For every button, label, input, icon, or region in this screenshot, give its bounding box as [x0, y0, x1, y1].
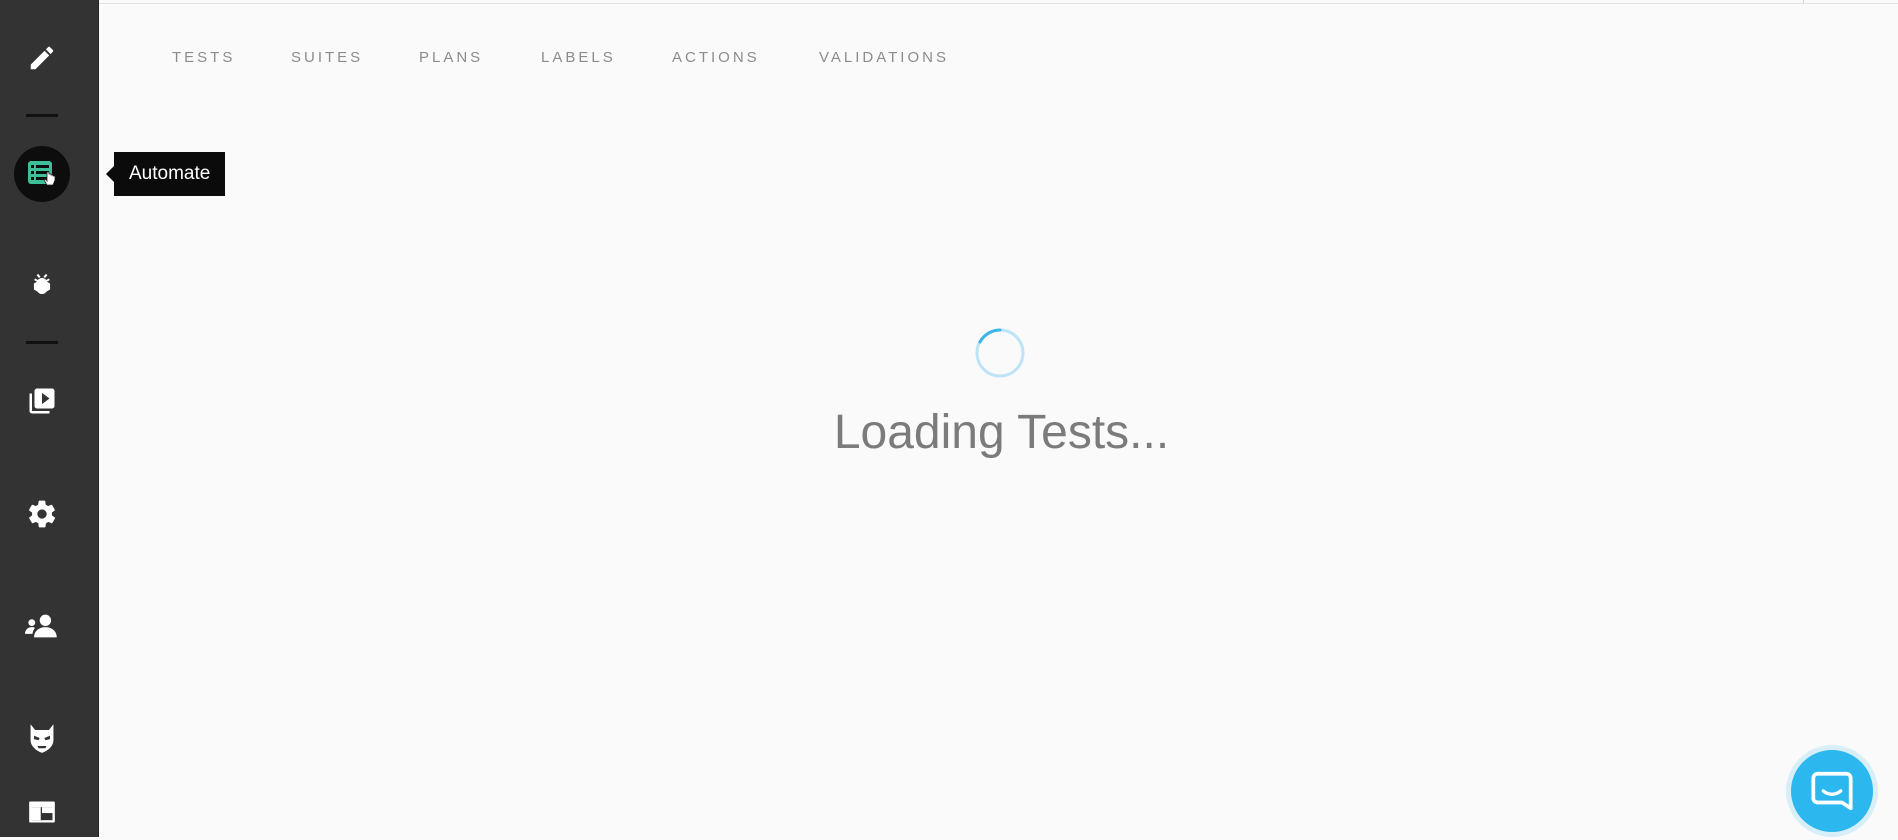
- chat-icon: [1811, 771, 1853, 811]
- chat-launcher-button[interactable]: [1786, 745, 1878, 837]
- pencil-icon: [30, 46, 54, 70]
- loading-message: Loading Tests...: [833, 406, 1170, 459]
- tab-actions[interactable]: ACTIONS: [672, 49, 819, 66]
- top-border: [99, 0, 1898, 4]
- tab-suites[interactable]: SUITES: [291, 49, 419, 66]
- sidebar-item-settings[interactable]: [14, 486, 70, 542]
- sidebar-item-team[interactable]: [14, 598, 70, 654]
- gear-icon: [28, 500, 56, 528]
- layout-icon: [29, 801, 55, 823]
- tab-validations[interactable]: VALIDATIONS: [819, 49, 949, 66]
- loading-spinner: [975, 328, 1025, 378]
- sidebar-divider: [26, 341, 58, 344]
- tooltip-label: Automate: [129, 163, 211, 184]
- tooltip-automate: Automate: [105, 152, 226, 196]
- sidebar-divider: [26, 114, 58, 117]
- tab-plans[interactable]: PLANS: [419, 49, 541, 66]
- sidebar-item-layout[interactable]: [14, 784, 70, 840]
- sidebar-item-mask[interactable]: [14, 710, 70, 766]
- top-nav-tabs: TESTS SUITES PLANS LABELS ACTIONS VALIDA…: [172, 49, 949, 66]
- sidebar-item-automate[interactable]: [14, 146, 70, 202]
- tab-labels[interactable]: LABELS: [541, 49, 672, 66]
- sidebar-item-edit[interactable]: [14, 30, 70, 86]
- mask-icon: [30, 724, 54, 753]
- tab-tests[interactable]: TESTS: [172, 49, 291, 66]
- list-icon: [28, 161, 56, 186]
- bug-icon: [33, 273, 51, 295]
- users-icon: [25, 614, 57, 638]
- sidebar-item-bugs[interactable]: [14, 258, 70, 314]
